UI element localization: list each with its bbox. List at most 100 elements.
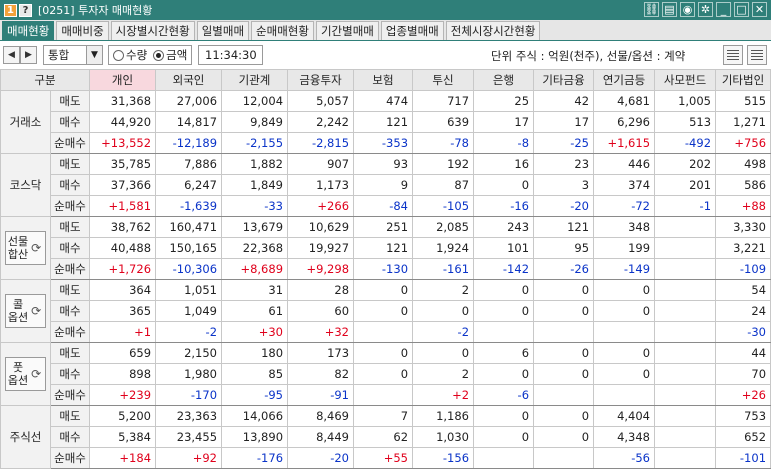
refresh-icon[interactable]: ⟳ — [29, 304, 43, 318]
value-cell: -101 — [715, 447, 771, 469]
value-cell: 0 — [593, 342, 656, 364]
table-row[interactable]: 매수 40,488 150,165 22,368 19,927 121 1,924 101 95… — [1, 237, 771, 259]
close-icon[interactable]: ✕ — [752, 2, 767, 17]
table-row[interactable]: 순매수 +1,581 -1,639 -33 +266 -84 -105 -16 -20 -72 -1… — [1, 195, 771, 217]
tab-trading-status[interactable]: 매매현황 — [2, 21, 55, 40]
header-private-fund[interactable]: 사모펀드 — [654, 69, 717, 91]
camera-icon[interactable]: ◉ — [680, 2, 695, 17]
value-cell: -10,306 — [155, 258, 223, 280]
value-cell: -91 — [287, 384, 355, 406]
header-pension[interactable]: 연기금등 — [593, 69, 656, 91]
value-cell: 0 — [593, 279, 656, 301]
value-cell: 199 — [593, 237, 656, 259]
table-row[interactable]: 매수 44,920 14,817 9,849 2,242 121 639 17 17 6,296 5… — [1, 111, 771, 133]
prev-arrow-icon[interactable]: ◀ — [3, 46, 20, 64]
value-cell — [533, 321, 595, 343]
header-financial-investment[interactable]: 금융투자 — [287, 69, 355, 91]
table-row[interactable]: 거래소 매도 31,368 27,006 12,004 5,057 474 717 25 42 4,… — [0, 90, 771, 154]
investor-trading-table: 구분 개인 외국인 기관계 금융투자 보험 투신 은행 기타금융 연기금등 사모… — [0, 69, 771, 469]
tab-daily-trading[interactable]: 일별매매 — [196, 21, 250, 40]
screen-number-badge[interactable]: 1 — [4, 3, 17, 17]
header-other-corp[interactable]: 기타법인 — [715, 69, 771, 91]
value-cell: +26 — [715, 384, 771, 406]
radio-amount[interactable]: 금액 — [153, 47, 187, 63]
value-cell: -156 — [412, 447, 475, 469]
header-bank[interactable]: 은행 — [473, 69, 535, 91]
table-row[interactable]: 매수 37,366 6,247 1,849 1,173 9 87 0 3 374 201 586 — [1, 174, 771, 196]
tab-sector-trading[interactable]: 업종별매매 — [380, 21, 444, 40]
tab-trading-ratio[interactable]: 매매비중 — [56, 21, 109, 40]
value-cell: -109 — [715, 258, 771, 280]
header-insurance[interactable]: 보험 — [353, 69, 414, 91]
radio-amount-dot[interactable] — [153, 49, 165, 61]
grid-view-icon[interactable] — [747, 45, 767, 65]
value-cell: 4,348 — [593, 426, 656, 448]
refresh-icon[interactable]: ⟳ — [29, 241, 43, 255]
value-cell: 17 — [533, 111, 595, 133]
header-category[interactable]: 구분 — [0, 69, 91, 91]
maximize-icon[interactable]: □ — [734, 2, 749, 17]
group-toggle-button[interactable]: 선물 합산 ⟳ — [4, 231, 47, 265]
value-cell: 150,165 — [155, 237, 223, 259]
row-type-label: 매도 — [49, 153, 91, 175]
value-cell: 515 — [715, 90, 771, 112]
value-cell — [654, 237, 717, 259]
tab-all-market-time[interactable]: 전체시장시간현황 — [445, 21, 541, 40]
radio-quantity-dot[interactable] — [113, 49, 124, 61]
table-row[interactable]: 풋 옵션 ⟳ 매도 659 2,150 180 173 0 0 6 0 0 44 — [0, 342, 771, 406]
market-select-value: 통합 — [48, 48, 70, 62]
value-cell: 95 — [533, 237, 595, 259]
value-cell — [533, 384, 595, 406]
time-field[interactable]: 11:34:30 — [198, 45, 264, 65]
header-investment-trust[interactable]: 투신 — [412, 69, 475, 91]
radio-quantity[interactable]: 수량 — [113, 47, 147, 63]
refresh-icon[interactable]: ⟳ — [29, 367, 43, 381]
row-type-label: 매수 — [49, 300, 91, 322]
table-row[interactable]: 순매수 +239 -170 -95 -91 +2 -6 +26 — [1, 384, 771, 406]
header-foreign[interactable]: 외국인 — [155, 69, 223, 91]
value-cell: -20 — [533, 195, 595, 217]
chevron-down-icon[interactable]: ▼ — [86, 46, 102, 64]
value-cell: 498 — [715, 153, 771, 175]
value-cell: +30 — [221, 321, 289, 343]
tab-period-trading[interactable]: 기간별매매 — [315, 21, 379, 40]
table-row[interactable]: 주식선 매도 5,200 23,363 14,066 8,469 7 1,186 0 0 4,404… — [0, 405, 771, 469]
header-other-finance[interactable]: 기타금융 — [533, 69, 595, 91]
value-cell: 54 — [715, 279, 771, 301]
value-cell: 4,681 — [593, 90, 656, 112]
value-cell: 2,150 — [155, 342, 223, 364]
table-row[interactable]: 코스닥 매도 35,785 7,886 1,882 907 93 192 16 23 446 202 4… — [0, 153, 771, 217]
tab-net-trading[interactable]: 순매매현황 — [251, 21, 314, 40]
tab-market-time[interactable]: 시장별시간현황 — [110, 21, 195, 40]
table-row[interactable]: 순매수 +184 +92 -176 -20 +55 -156 -56 -101 — [1, 447, 771, 469]
table-row[interactable]: 선물 합산 ⟳ 매도 38,762 160,471 13,679 10,629 251 2,085… — [0, 216, 771, 280]
value-cell: 16 — [473, 153, 535, 175]
group-label[interactable]: 풋 옵션 ⟳ — [0, 342, 51, 406]
table-row[interactable]: 매수 5,384 23,455 13,890 8,449 62 1,030 0 0 4,348 65… — [1, 426, 771, 448]
group-toggle-button[interactable]: 풋 옵션 ⟳ — [4, 357, 47, 391]
list-view-icon[interactable] — [723, 45, 743, 65]
value-cell: 6,247 — [155, 174, 223, 196]
group-label[interactable]: 선물 합산 ⟳ — [0, 216, 51, 280]
table-row[interactable]: 순매수 +1,726 -10,306 +8,689 +9,298 -130 -161 -142… — [1, 258, 771, 280]
table-row[interactable]: 순매수 +13,552 -12,189 -2,155 -2,815 -353 -78 -8 -2… — [1, 132, 771, 154]
group-toggle-button[interactable]: 콜 옵션 ⟳ — [4, 294, 47, 328]
copy-icon[interactable]: ▤ — [662, 2, 677, 17]
radio-quantity-label: 수량 — [126, 48, 148, 62]
minimize-icon[interactable]: _ — [716, 2, 731, 17]
gear-icon[interactable]: ✲ — [698, 2, 713, 17]
help-icon[interactable]: ? — [19, 3, 32, 17]
group-label[interactable]: 콜 옵션 ⟳ — [0, 279, 51, 343]
value-cell: 3 — [533, 174, 595, 196]
market-select[interactable]: 통합 ▼ — [43, 45, 103, 65]
value-cell: 0 — [533, 363, 595, 385]
next-arrow-icon[interactable]: ▶ — [20, 46, 37, 64]
table-row[interactable]: 순매수 +1 -2 +30 +32 -2 -30 — [1, 321, 771, 343]
header-individual[interactable]: 개인 — [89, 69, 157, 91]
table-row[interactable]: 매수 898 1,980 85 82 0 2 0 0 0 70 — [1, 363, 771, 385]
value-cell: +55 — [353, 447, 414, 469]
header-institution[interactable]: 기관계 — [221, 69, 289, 91]
link-icon[interactable]: ⛓ — [644, 2, 659, 17]
table-row[interactable]: 콜 옵션 ⟳ 매도 364 1,051 31 28 0 2 0 0 0 54 — [0, 279, 771, 343]
table-row[interactable]: 매수 365 1,049 61 60 0 0 0 0 0 24 — [1, 300, 771, 322]
